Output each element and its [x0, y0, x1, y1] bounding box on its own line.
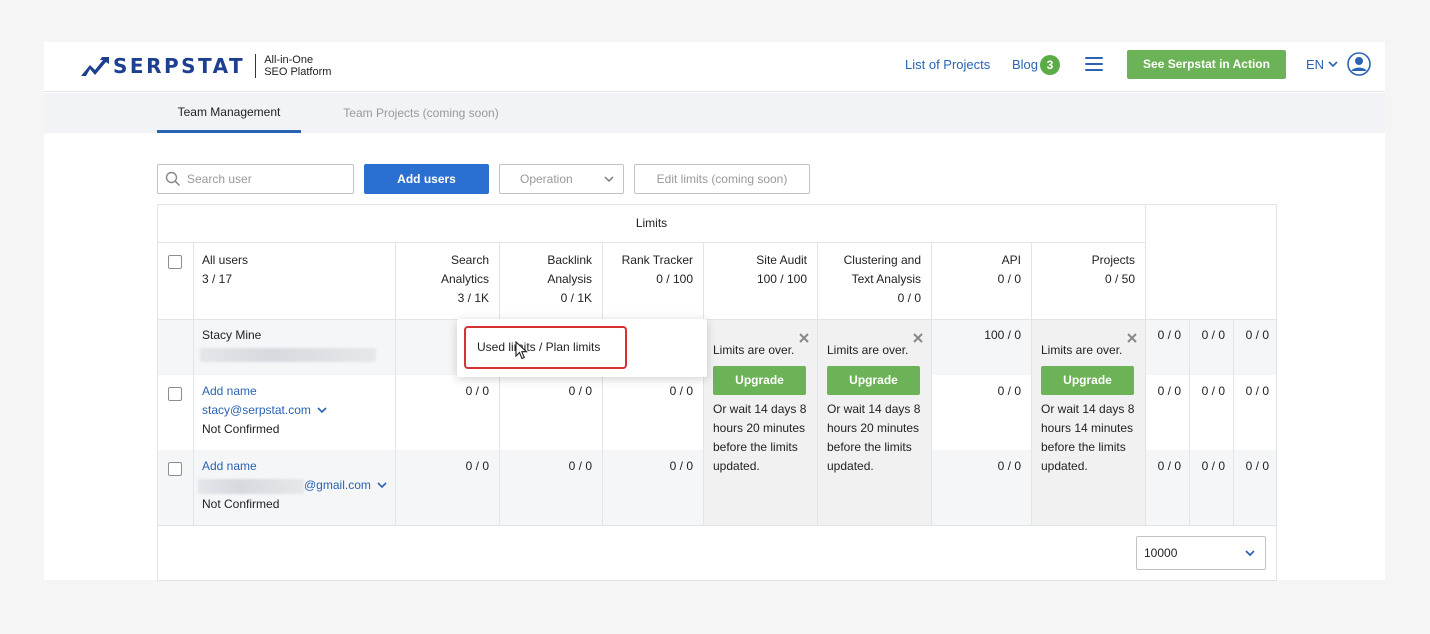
limits-table: Limits All users 3 / 17 Search Analytics 3…: [157, 204, 1277, 581]
clustering-upgrade-button[interactable]: Upgrade: [827, 366, 920, 395]
row2-checkbox[interactable]: [168, 387, 182, 401]
tab-team-management[interactable]: Team Management: [157, 93, 301, 133]
col-projects: Projects 0 / 50: [1091, 253, 1135, 286]
chevron-down-icon: [377, 482, 387, 489]
col-api: API 0 / 0: [997, 253, 1021, 286]
row3-api-value: 0 / 0: [997, 459, 1021, 473]
row3-extra-1: 0 / 0: [1157, 459, 1181, 473]
row2-add-name-link[interactable]: Add name: [202, 382, 257, 401]
page-container: SERPSTAT All-in-One SEO Platform List of…: [44, 42, 1385, 581]
row1-email-blurred: [200, 348, 376, 362]
user-avatar-icon[interactable]: [1347, 52, 1371, 76]
row3-backlink-value: 0 / 0: [568, 459, 592, 473]
close-icon[interactable]: [1127, 333, 1137, 343]
limits-header: Limits: [158, 205, 1146, 243]
hamburger-menu-icon[interactable]: [1085, 57, 1103, 71]
row1-user-name: Stacy Mine: [202, 328, 262, 342]
col-clustering: Clustering and Text Analysis 0 / 0: [843, 253, 921, 305]
per-page-value: 10000: [1144, 546, 1178, 560]
see-serpstat-in-action-button[interactable]: See Serpstat in Action: [1127, 50, 1286, 79]
search-icon: [165, 171, 181, 187]
logo-tagline: All-in-One SEO Platform: [264, 54, 331, 78]
col-backlink-analysis: Backlink Analysis 0 / 1K: [547, 253, 592, 305]
chevron-down-icon: [604, 176, 614, 182]
row1-extra-1: 0 / 0: [1157, 328, 1181, 342]
clustering-wait-text: Or wait 14 days 8 hours 20 minutes before …: [827, 402, 921, 473]
projects-wait-text: Or wait 14 days 8 hours 14 minutes before …: [1041, 402, 1135, 473]
select-all-checkbox[interactable]: [168, 255, 182, 269]
chevron-down-icon: [1245, 550, 1255, 557]
row2-search-value: 0 / 0: [465, 384, 489, 398]
col-search-analytics: Search Analytics 3 / 1K: [440, 253, 489, 305]
row2-email-dropdown[interactable]: stacy@serpstat.com: [202, 401, 327, 420]
per-page-select[interactable]: 10000: [1136, 536, 1266, 570]
list-of-projects-link[interactable]: List of Projects: [905, 57, 990, 72]
logo-wordmark: SERPSTAT: [113, 54, 246, 78]
row2-api-value: 0 / 0: [997, 384, 1021, 398]
top-header: SERPSTAT All-in-One SEO Platform List of…: [44, 42, 1385, 92]
operation-select[interactable]: Operation: [499, 164, 624, 194]
mouse-cursor-icon: [515, 341, 528, 360]
row3-add-name-link[interactable]: Add name: [202, 457, 257, 476]
row2-status: Not Confirmed: [202, 422, 280, 436]
row2-extra-2: 0 / 0: [1201, 384, 1225, 398]
row2-rank-value: 0 / 0: [669, 384, 693, 398]
chevron-down-icon: [317, 407, 327, 414]
site-audit-wait-text: Or wait 14 days 8 hours 20 minutes before …: [713, 402, 807, 473]
search-user-box[interactable]: [157, 164, 354, 194]
row2-extra-3: 0 / 0: [1245, 384, 1269, 398]
all-users-label: All users: [202, 253, 249, 267]
language-selector[interactable]: EN: [1306, 57, 1324, 72]
row2-backlink-value: 0 / 0: [568, 384, 592, 398]
col-site-audit: Site Audit 100 / 100: [756, 253, 807, 286]
row3-extra-3: 0 / 0: [1245, 459, 1269, 473]
row3-rank-value: 0 / 0: [669, 459, 693, 473]
tooltip-text: Used limits / Plan limits: [464, 326, 627, 369]
projects-limits-over: Limits are over.: [1041, 343, 1123, 357]
col-rank-tracker: Rank Tracker 0 / 100: [621, 253, 693, 286]
row1-extra-3: 0 / 0: [1245, 328, 1269, 342]
operation-select-label: Operation: [520, 172, 573, 186]
tagline-line-1: All-in-One: [264, 54, 314, 66]
limits-tooltip: Used limits / Plan limits: [457, 319, 707, 377]
row2-extra-1: 0 / 0: [1157, 384, 1181, 398]
all-users-count: 3 / 17: [202, 272, 233, 286]
close-icon[interactable]: [799, 333, 809, 343]
logo-divider: [255, 54, 257, 78]
all-users-header: All users 3 / 17: [202, 251, 248, 289]
blog-link[interactable]: Blog: [1012, 57, 1038, 72]
row3-checkbox[interactable]: [168, 462, 182, 476]
add-users-button[interactable]: Add users: [364, 164, 489, 194]
row3-search-value: 0 / 0: [465, 459, 489, 473]
blog-count-badge: 3: [1040, 55, 1060, 75]
clustering-limits-over: Limits are over.: [827, 343, 909, 357]
site-audit-limits-over: Limits are over.: [713, 343, 795, 357]
row1-api-value: 100 / 0: [984, 328, 1021, 342]
edit-limits-button[interactable]: Edit limits (coming soon): [634, 164, 810, 194]
projects-upgrade-button[interactable]: Upgrade: [1041, 366, 1134, 395]
row3-email-dropdown[interactable]: @gmail.com: [304, 476, 387, 495]
row3-email-blurred: [198, 479, 304, 494]
row1-extra-2: 0 / 0: [1201, 328, 1225, 342]
row3-status: Not Confirmed: [202, 497, 280, 511]
tabs-bar: Team Management Team Projects (coming so…: [44, 93, 1385, 133]
close-icon[interactable]: [913, 333, 923, 343]
site-audit-upgrade-button[interactable]: Upgrade: [713, 366, 806, 395]
serpstat-logo[interactable]: SERPSTAT All-in-One SEO Platform: [81, 53, 331, 79]
search-user-input[interactable]: [187, 170, 347, 188]
tab-team-projects[interactable]: Team Projects (coming soon): [330, 93, 512, 133]
row3-extra-2: 0 / 0: [1201, 459, 1225, 473]
chevron-down-icon[interactable]: [1328, 59, 1338, 69]
tagline-line-2: SEO Platform: [264, 66, 332, 78]
serpstat-logo-icon: [81, 57, 109, 76]
